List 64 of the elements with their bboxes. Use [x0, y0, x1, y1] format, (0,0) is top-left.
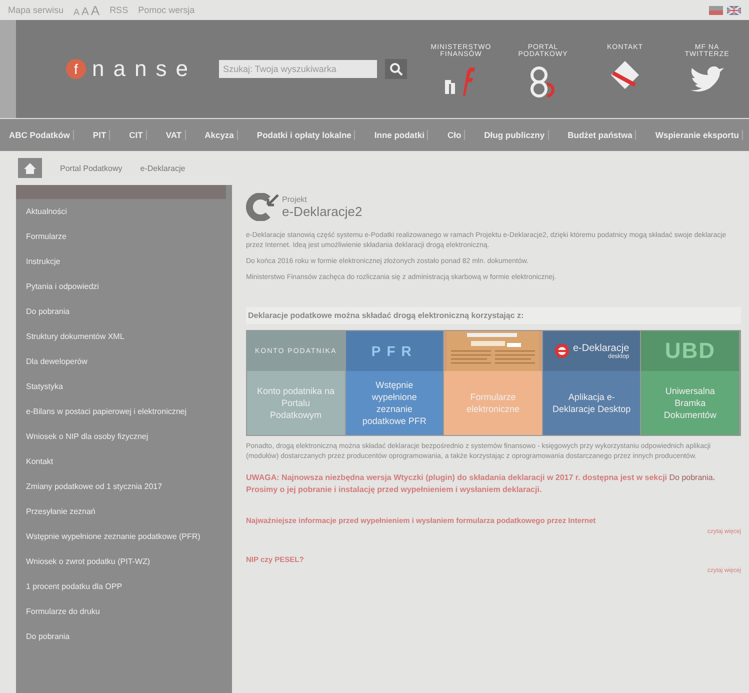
home-button[interactable] — [18, 158, 42, 178]
sidebar-item[interactable]: Aktualności — [16, 199, 226, 224]
tile-label: Aplikacja e-Deklaracje Desktop — [552, 391, 632, 416]
flag-icon[interactable] — [727, 6, 741, 14]
menu-item[interactable]: Budżet państwa — [564, 130, 636, 140]
sidebar-item[interactable]: Formularze — [16, 224, 226, 249]
top-link[interactable]: Mapa serwisu — [8, 5, 64, 15]
home-icon — [24, 162, 36, 174]
menu-item[interactable]: Wspieranie eksportu — [652, 130, 743, 140]
breadcrumb-link[interactable]: e-Deklaracje — [140, 164, 186, 172]
banner-text: e-Deklaracje — [573, 342, 630, 354]
menu-item[interactable]: CIT — [126, 130, 147, 140]
tile-label: Formularze elektroniczne — [465, 391, 520, 416]
sidebar-item[interactable]: Wstępnie wypełnione zeznanie podatkowe (PFR) — [16, 524, 226, 549]
project-logo-icon — [246, 193, 280, 221]
top-link[interactable]: Pomoc wersja — [138, 5, 195, 15]
logo-mark[interactable]: f — [66, 59, 86, 79]
search-button[interactable] — [384, 59, 407, 79]
e-logo-icon — [554, 343, 570, 359]
sidebar-item[interactable]: Dla deweloperów — [16, 349, 226, 374]
sidebar-item[interactable]: Formularze do druku — [16, 599, 226, 624]
sidebar-item[interactable]: Kontakt — [16, 449, 226, 474]
top-link[interactable]: RSS — [110, 5, 128, 15]
sidebar-item[interactable]: e-Bilans w postaci papierowej i elektronicznej — [16, 399, 226, 424]
sidebar-item[interactable]: Wniosek o NIP dla osoby fizycznej — [16, 424, 226, 449]
breadcrumb-link[interactable]: Portal Podatkowy — [60, 164, 122, 172]
tile-label: Wstępnie wypełnione zeznanie podatkowe PFR — [361, 379, 428, 428]
logo-text[interactable]: nanse — [92, 56, 197, 82]
project-title: e-Deklaracje2 — [282, 204, 362, 219]
sidebar-item[interactable]: Statystyka — [16, 374, 226, 399]
section-heading: Deklaracje podatkowe można składać drogą elektroniczną korzystając z: — [246, 307, 741, 324]
sidebar-item[interactable]: Wniosek o zwrot podatku (PIT-WZ) — [16, 549, 226, 574]
menu-item[interactable]: Inne podatki — [371, 130, 428, 140]
flag-icon[interactable] — [709, 6, 723, 14]
ubd-logo: UBD — [664, 338, 716, 364]
sidebar-item[interactable]: Do pobrania — [16, 624, 226, 649]
menu-item[interactable]: Dług publiczny — [481, 130, 549, 140]
sidebar-item[interactable]: Zmiany podatkowe od 1 stycznia 2017 — [16, 474, 226, 499]
search-field[interactable]: Szukaj: Twoja wyszukiwarka — [218, 60, 377, 78]
service-tile[interactable]: UBD Uniwersalna Bramka Dokumentów — [641, 331, 740, 435]
project-label: Projekt — [282, 195, 308, 204]
sidebar-item[interactable]: 1 procent podatku dla OPP — [16, 574, 226, 599]
font-size-link[interactable]: A — [90, 2, 100, 18]
sidebar-item[interactable]: Instrukcje — [16, 249, 226, 274]
sidebar-item[interactable]: Pytania i odpowiedzi — [16, 274, 226, 299]
service-tile[interactable]: PFR Wstępnie wypełnione zeznanie podatkowe PFR — [346, 331, 444, 435]
menu-item[interactable]: PIT — [90, 130, 110, 140]
font-size-link[interactable]: A — [74, 6, 80, 16]
font-size-link[interactable]: A — [82, 6, 89, 18]
tile-label: Uniwersalna Bramka Dokumentów — [662, 385, 718, 422]
menu-item[interactable]: ABC Podatków — [6, 130, 74, 140]
pfr-logo: PFR — [371, 343, 418, 359]
menu-item[interactable]: VAT — [162, 130, 186, 140]
sidebar-item[interactable]: Struktury dokumentów XML — [16, 324, 226, 349]
service-tile[interactable]: Formularze elektroniczne — [444, 331, 543, 435]
menu-item[interactable]: Podatki i opłaty lokalne — [254, 130, 356, 140]
search-icon — [388, 62, 403, 76]
notice-paragraph: UWAGA: Najnowsza niezbędna wersja Wtyczki (plugin) do składania deklaracji w 2017 r. dostępna jest w sekcji Do pobrania. Prosimy o jej pobranie i instalację przed wypełnieniem i wysłaniem deklaracji. — [246, 472, 716, 496]
menu-item[interactable]: Akcyza — [202, 130, 238, 140]
tile-label: Konto podatnika na Portalu Podatkowym — [256, 385, 336, 422]
menu-item[interactable]: Cło — [444, 130, 466, 140]
download-link[interactable]: Do pobrania — [669, 473, 713, 482]
sidebar-item[interactable]: Do pobrania — [16, 299, 226, 324]
sidebar-item[interactable]: Przesyłanie zeznań — [16, 499, 226, 524]
